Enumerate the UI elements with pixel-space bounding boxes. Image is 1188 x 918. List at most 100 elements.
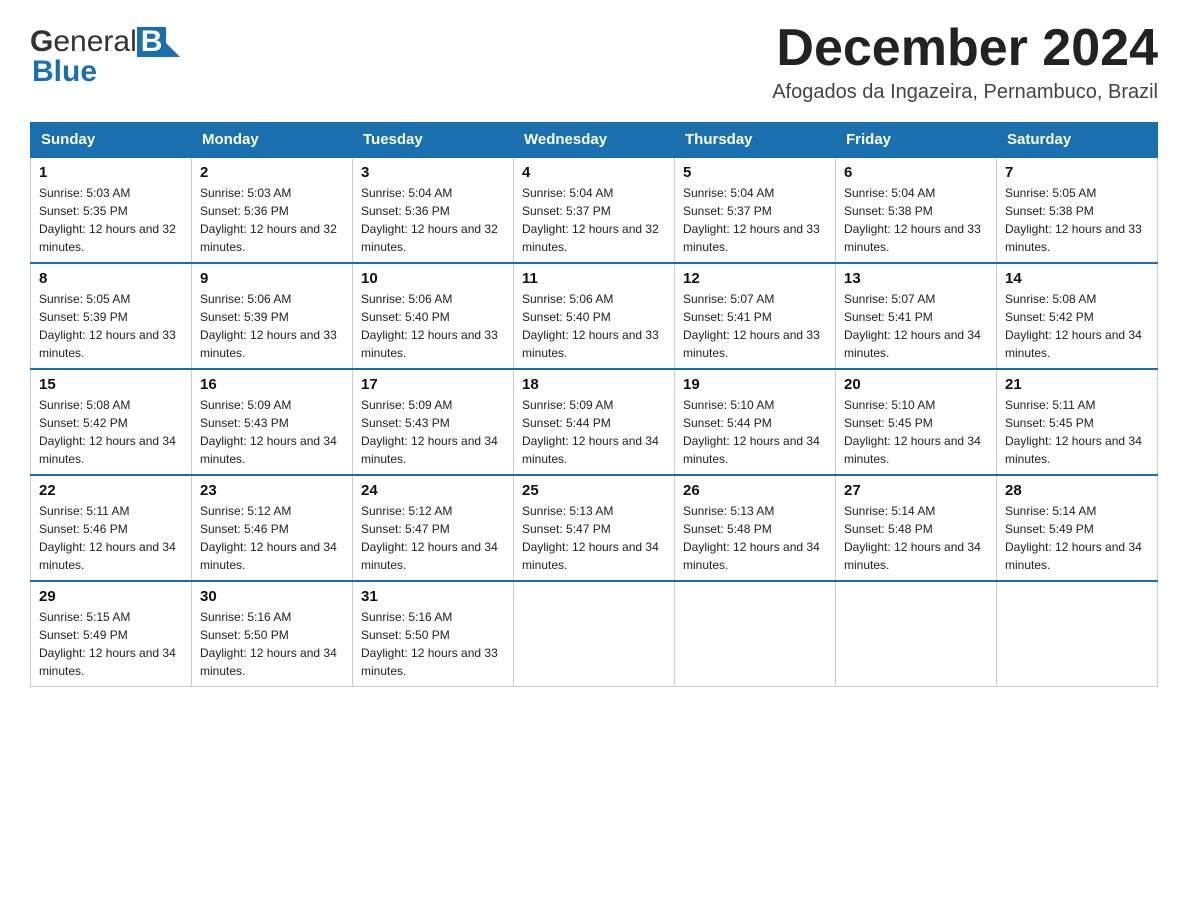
day-number: 15 <box>39 376 183 393</box>
table-row: 19 Sunrise: 5:10 AMSunset: 5:44 PMDaylig… <box>675 369 836 475</box>
day-number: 2 <box>200 164 344 181</box>
day-info: Sunrise: 5:04 AMSunset: 5:37 PMDaylight:… <box>683 186 820 254</box>
day-info: Sunrise: 5:05 AMSunset: 5:39 PMDaylight:… <box>39 292 176 360</box>
col-monday: Monday <box>192 123 353 158</box>
table-row: 11 Sunrise: 5:06 AMSunset: 5:40 PMDaylig… <box>514 263 675 369</box>
logo: G eneral B Blue <box>30 20 180 89</box>
day-number: 11 <box>522 270 666 287</box>
day-number: 24 <box>361 482 505 499</box>
subtitle: Afogados da Ingazeira, Pernambuco, Brazi… <box>772 81 1158 104</box>
table-row: 30 Sunrise: 5:16 AMSunset: 5:50 PMDaylig… <box>192 581 353 687</box>
table-row: 2 Sunrise: 5:03 AMSunset: 5:36 PMDayligh… <box>192 157 353 263</box>
table-row: 9 Sunrise: 5:06 AMSunset: 5:39 PMDayligh… <box>192 263 353 369</box>
table-row: 25 Sunrise: 5:13 AMSunset: 5:47 PMDaylig… <box>514 475 675 581</box>
table-row: 15 Sunrise: 5:08 AMSunset: 5:42 PMDaylig… <box>31 369 192 475</box>
day-info: Sunrise: 5:09 AMSunset: 5:43 PMDaylight:… <box>361 398 498 466</box>
day-info: Sunrise: 5:13 AMSunset: 5:48 PMDaylight:… <box>683 504 820 572</box>
day-number: 21 <box>1005 376 1149 393</box>
table-row: 18 Sunrise: 5:09 AMSunset: 5:44 PMDaylig… <box>514 369 675 475</box>
col-wednesday: Wednesday <box>514 123 675 158</box>
day-number: 19 <box>683 376 827 393</box>
day-info: Sunrise: 5:12 AMSunset: 5:47 PMDaylight:… <box>361 504 498 572</box>
table-row: 7 Sunrise: 5:05 AMSunset: 5:38 PMDayligh… <box>997 157 1158 263</box>
table-row <box>675 581 836 687</box>
table-row: 23 Sunrise: 5:12 AMSunset: 5:46 PMDaylig… <box>192 475 353 581</box>
day-info: Sunrise: 5:14 AMSunset: 5:48 PMDaylight:… <box>844 504 981 572</box>
day-number: 9 <box>200 270 344 287</box>
day-info: Sunrise: 5:06 AMSunset: 5:39 PMDaylight:… <box>200 292 337 360</box>
day-number: 25 <box>522 482 666 499</box>
table-row: 10 Sunrise: 5:06 AMSunset: 5:40 PMDaylig… <box>353 263 514 369</box>
day-info: Sunrise: 5:10 AMSunset: 5:44 PMDaylight:… <box>683 398 820 466</box>
table-row <box>836 581 997 687</box>
day-number: 3 <box>361 164 505 181</box>
day-info: Sunrise: 5:06 AMSunset: 5:40 PMDaylight:… <box>522 292 659 360</box>
day-number: 22 <box>39 482 183 499</box>
table-row: 13 Sunrise: 5:07 AMSunset: 5:41 PMDaylig… <box>836 263 997 369</box>
col-tuesday: Tuesday <box>353 123 514 158</box>
day-info: Sunrise: 5:07 AMSunset: 5:41 PMDaylight:… <box>683 292 820 360</box>
day-number: 7 <box>1005 164 1149 181</box>
table-row: 26 Sunrise: 5:13 AMSunset: 5:48 PMDaylig… <box>675 475 836 581</box>
col-saturday: Saturday <box>997 123 1158 158</box>
day-info: Sunrise: 5:09 AMSunset: 5:43 PMDaylight:… <box>200 398 337 466</box>
col-thursday: Thursday <box>675 123 836 158</box>
day-number: 17 <box>361 376 505 393</box>
logo-b-box: B <box>137 27 167 57</box>
day-info: Sunrise: 5:11 AMSunset: 5:46 PMDaylight:… <box>39 504 176 572</box>
calendar-table: Sunday Monday Tuesday Wednesday Thursday… <box>30 122 1158 687</box>
day-number: 1 <box>39 164 183 181</box>
day-info: Sunrise: 5:11 AMSunset: 5:45 PMDaylight:… <box>1005 398 1142 466</box>
day-number: 12 <box>683 270 827 287</box>
day-number: 27 <box>844 482 988 499</box>
day-info: Sunrise: 5:07 AMSunset: 5:41 PMDaylight:… <box>844 292 981 360</box>
table-row: 17 Sunrise: 5:09 AMSunset: 5:43 PMDaylig… <box>353 369 514 475</box>
day-info: Sunrise: 5:09 AMSunset: 5:44 PMDaylight:… <box>522 398 659 466</box>
table-row: 8 Sunrise: 5:05 AMSunset: 5:39 PMDayligh… <box>31 263 192 369</box>
day-info: Sunrise: 5:15 AMSunset: 5:49 PMDaylight:… <box>39 610 176 678</box>
day-number: 13 <box>844 270 988 287</box>
header: G eneral B Blue December 2024 Afogados d… <box>30 20 1158 104</box>
table-row: 12 Sunrise: 5:07 AMSunset: 5:41 PMDaylig… <box>675 263 836 369</box>
day-info: Sunrise: 5:16 AMSunset: 5:50 PMDaylight:… <box>200 610 337 678</box>
table-row <box>514 581 675 687</box>
day-info: Sunrise: 5:10 AMSunset: 5:45 PMDaylight:… <box>844 398 981 466</box>
main-title: December 2024 <box>772 20 1158 77</box>
day-info: Sunrise: 5:08 AMSunset: 5:42 PMDaylight:… <box>39 398 176 466</box>
calendar-week-row: 15 Sunrise: 5:08 AMSunset: 5:42 PMDaylig… <box>31 369 1158 475</box>
logo-g: G <box>30 25 53 59</box>
table-row: 22 Sunrise: 5:11 AMSunset: 5:46 PMDaylig… <box>31 475 192 581</box>
day-info: Sunrise: 5:03 AMSunset: 5:35 PMDaylight:… <box>39 186 176 254</box>
table-row: 27 Sunrise: 5:14 AMSunset: 5:48 PMDaylig… <box>836 475 997 581</box>
day-number: 18 <box>522 376 666 393</box>
col-friday: Friday <box>836 123 997 158</box>
table-row: 16 Sunrise: 5:09 AMSunset: 5:43 PMDaylig… <box>192 369 353 475</box>
day-number: 10 <box>361 270 505 287</box>
day-info: Sunrise: 5:04 AMSunset: 5:38 PMDaylight:… <box>844 186 981 254</box>
table-row: 29 Sunrise: 5:15 AMSunset: 5:49 PMDaylig… <box>31 581 192 687</box>
day-number: 30 <box>200 588 344 605</box>
day-info: Sunrise: 5:04 AMSunset: 5:36 PMDaylight:… <box>361 186 498 254</box>
day-info: Sunrise: 5:08 AMSunset: 5:42 PMDaylight:… <box>1005 292 1142 360</box>
day-number: 29 <box>39 588 183 605</box>
table-row: 3 Sunrise: 5:04 AMSunset: 5:36 PMDayligh… <box>353 157 514 263</box>
table-row: 28 Sunrise: 5:14 AMSunset: 5:49 PMDaylig… <box>997 475 1158 581</box>
table-row: 20 Sunrise: 5:10 AMSunset: 5:45 PMDaylig… <box>836 369 997 475</box>
day-number: 6 <box>844 164 988 181</box>
day-number: 26 <box>683 482 827 499</box>
table-row: 5 Sunrise: 5:04 AMSunset: 5:37 PMDayligh… <box>675 157 836 263</box>
logo-eneral: eneral <box>53 25 136 59</box>
table-row: 24 Sunrise: 5:12 AMSunset: 5:47 PMDaylig… <box>353 475 514 581</box>
table-row: 1 Sunrise: 5:03 AMSunset: 5:35 PMDayligh… <box>31 157 192 263</box>
title-area: December 2024 Afogados da Ingazeira, Per… <box>772 20 1158 104</box>
table-row: 14 Sunrise: 5:08 AMSunset: 5:42 PMDaylig… <box>997 263 1158 369</box>
day-number: 14 <box>1005 270 1149 287</box>
day-info: Sunrise: 5:05 AMSunset: 5:38 PMDaylight:… <box>1005 186 1142 254</box>
day-number: 28 <box>1005 482 1149 499</box>
day-number: 4 <box>522 164 666 181</box>
day-number: 5 <box>683 164 827 181</box>
table-row: 31 Sunrise: 5:16 AMSunset: 5:50 PMDaylig… <box>353 581 514 687</box>
calendar-week-row: 22 Sunrise: 5:11 AMSunset: 5:46 PMDaylig… <box>31 475 1158 581</box>
table-row <box>997 581 1158 687</box>
col-sunday: Sunday <box>31 123 192 158</box>
